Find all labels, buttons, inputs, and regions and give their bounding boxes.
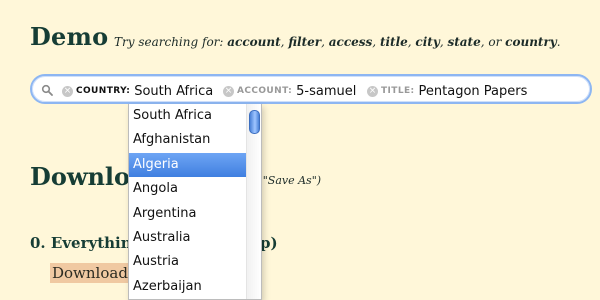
dropdown-item-afghanistan[interactable]: Afghanistan	[129, 128, 247, 152]
facet-category: COUNTRY:	[76, 86, 131, 96]
hint-term-city: city	[415, 35, 440, 49]
dropdown-item-australia[interactable]: Australia	[129, 226, 247, 250]
facet-category: TITLE:	[381, 86, 415, 96]
facet-value[interactable]: South Africa	[134, 84, 213, 99]
close-icon[interactable]: ×	[223, 85, 234, 97]
facet-category: ACCOUNT:	[237, 86, 293, 96]
hint-term-account: account	[227, 35, 281, 49]
dropdown-item-austria[interactable]: Austria	[129, 250, 247, 274]
scrollbar-thumb[interactable]	[249, 110, 260, 134]
dropdown-item-azerbaijan[interactable]: Azerbaijan	[129, 275, 247, 299]
hint-term-state: state	[447, 35, 481, 49]
facet-value[interactable]: Pentagon Papers	[419, 84, 528, 99]
dropdown-item-south-africa[interactable]: South Africa	[129, 104, 247, 128]
hint-term-filter: filter	[288, 35, 322, 49]
hint-prefix: Try searching for:	[114, 35, 224, 49]
download-link[interactable]: Download	[50, 263, 130, 283]
facet-country[interactable]: × COUNTRY: South Africa	[62, 83, 213, 99]
hint-term-title: title	[379, 35, 408, 49]
close-icon[interactable]: ×	[62, 85, 73, 97]
autocomplete-dropdown[interactable]: South Africa Afghanistan Algeria Angola …	[128, 104, 262, 300]
search-hint: Try searching for: account, filter, acce…	[114, 35, 561, 49]
search-icon	[41, 84, 53, 96]
hint-term-country: country	[505, 35, 557, 49]
section-heading-everything: 0. Everything	[30, 234, 143, 252]
dropdown-item-argentina[interactable]: Argentina	[129, 202, 247, 226]
page-title: Demo	[30, 22, 109, 51]
facet-value[interactable]: 5-samuel	[296, 84, 356, 99]
dropdown-item-algeria[interactable]: Algeria	[129, 152, 247, 178]
visual-search-box[interactable]: × COUNTRY: South Africa × ACCOUNT: 5-sam…	[30, 74, 592, 104]
facet-account[interactable]: × ACCOUNT: 5-samuel	[223, 83, 356, 99]
hint-term-access: access	[328, 35, 373, 49]
section-heading-tail: p)	[260, 234, 278, 252]
close-icon[interactable]: ×	[367, 85, 378, 97]
dropdown-scrollbar[interactable]	[246, 104, 261, 299]
hint-or: or	[488, 35, 502, 49]
facet-title[interactable]: × TITLE: Pentagon Papers	[367, 83, 527, 99]
dropdown-item-angola[interactable]: Angola	[129, 177, 247, 201]
